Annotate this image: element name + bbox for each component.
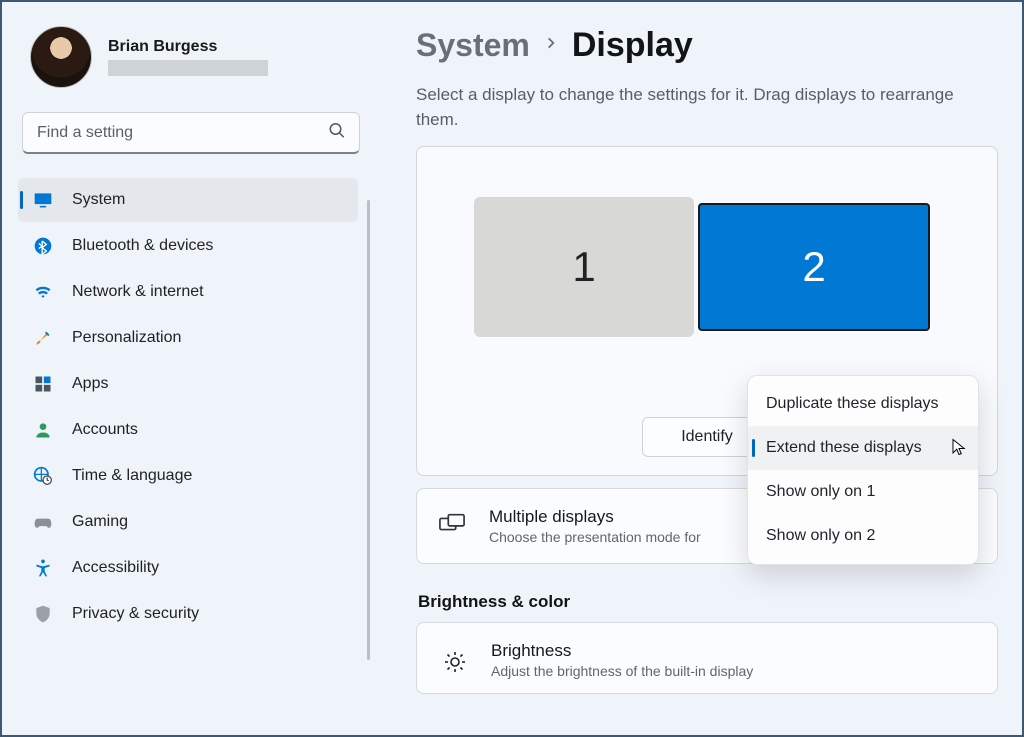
monitors-group: 1 2	[474, 197, 930, 337]
sidebar-item-label: Personalization	[72, 329, 181, 347]
sidebar-item-label: Network & internet	[72, 283, 204, 301]
mode-show-only-2[interactable]: Show only on 2	[748, 514, 978, 558]
user-account-block[interactable]: Brian Burgess	[18, 26, 364, 88]
search-input[interactable]	[22, 112, 360, 154]
bluetooth-icon	[32, 235, 54, 257]
display-icon	[32, 189, 54, 211]
sidebar-item-label: Accounts	[72, 421, 138, 439]
cursor-icon	[950, 437, 968, 462]
chevron-right-icon	[544, 36, 558, 55]
sidebar-item-accessibility[interactable]: Accessibility	[18, 546, 358, 590]
sidebar-item-label: Gaming	[72, 513, 128, 531]
brightness-subtitle: Adjust the brightness of the built-in di…	[491, 663, 753, 679]
gaming-icon	[32, 511, 54, 533]
mode-show-only-1[interactable]: Show only on 1	[748, 470, 978, 514]
display-2[interactable]: 2	[698, 203, 930, 331]
avatar	[30, 26, 92, 88]
sidebar-item-privacy[interactable]: Privacy & security	[18, 592, 358, 636]
multiple-displays-title: Multiple displays	[489, 507, 701, 527]
brightness-icon	[443, 650, 467, 679]
globe-clock-icon	[32, 465, 54, 487]
user-email-placeholder	[108, 60, 268, 76]
scrollbar[interactable]	[367, 200, 370, 660]
sidebar-item-system[interactable]: System	[18, 178, 358, 222]
brightness-section-heading: Brightness & color	[418, 592, 998, 612]
mode-extend[interactable]: Extend these displays	[748, 426, 978, 470]
sidebar-item-label: System	[72, 191, 125, 209]
breadcrumb: System Display	[416, 26, 998, 65]
breadcrumb-current: Display	[572, 26, 693, 65]
sidebar-item-label: Accessibility	[72, 559, 159, 577]
sidebar-item-label: Privacy & security	[72, 605, 199, 623]
display-mode-dropdown: Duplicate these displays Extend these di…	[747, 375, 979, 565]
multiple-displays-subtitle: Choose the presentation mode for	[489, 529, 701, 545]
mode-duplicate[interactable]: Duplicate these displays	[748, 382, 978, 426]
sidebar-item-time-language[interactable]: Time & language	[18, 454, 358, 498]
sidebar-item-label: Bluetooth & devices	[72, 237, 213, 255]
search-wrap	[22, 112, 360, 154]
breadcrumb-parent[interactable]: System	[416, 27, 530, 64]
nav: System Bluetooth & devices Network & int…	[18, 178, 364, 636]
sidebar-item-label: Apps	[72, 375, 108, 393]
main-content: System Display Select a display to chang…	[380, 2, 1022, 735]
sidebar-item-accounts[interactable]: Accounts	[18, 408, 358, 452]
sidebar: Brian Burgess System Bluetooth & devices	[2, 2, 380, 735]
brightness-title: Brightness	[491, 641, 753, 661]
account-icon	[32, 419, 54, 441]
sidebar-item-bluetooth[interactable]: Bluetooth & devices	[18, 224, 358, 268]
display-1[interactable]: 1	[474, 197, 694, 337]
sidebar-item-label: Time & language	[72, 467, 192, 485]
sidebar-item-gaming[interactable]: Gaming	[18, 500, 358, 544]
apps-icon	[32, 373, 54, 395]
arrangement-hint: Select a display to change the settings …	[416, 83, 986, 132]
search-icon	[328, 122, 346, 145]
brush-icon	[32, 327, 54, 349]
wifi-icon	[32, 281, 54, 303]
brightness-card[interactable]: Brightness Adjust the brightness of the …	[416, 622, 998, 694]
sidebar-item-network[interactable]: Network & internet	[18, 270, 358, 314]
mode-extend-label: Extend these displays	[766, 439, 922, 457]
shield-icon	[32, 603, 54, 625]
sidebar-item-apps[interactable]: Apps	[18, 362, 358, 406]
accessibility-icon	[32, 557, 54, 579]
display-arrangement-panel: 1 2 Identify Duplicate these displays Ex…	[416, 146, 998, 476]
user-name: Brian Burgess	[108, 38, 268, 56]
multiple-displays-icon	[439, 513, 465, 540]
sidebar-item-personalization[interactable]: Personalization	[18, 316, 358, 360]
